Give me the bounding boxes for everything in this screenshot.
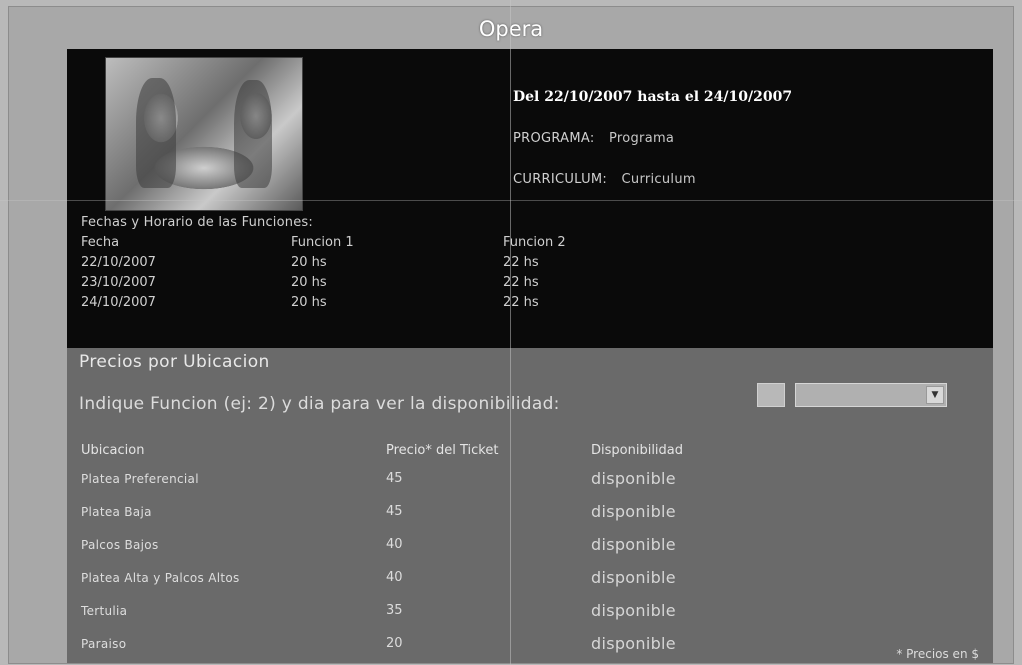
schedule-date: 22/10/2007 — [81, 255, 156, 270]
programa-link[interactable]: Programa — [609, 131, 674, 146]
schedule-function-1-time: 20 hs — [291, 295, 327, 310]
table-row: Paraiso 20 disponible — [81, 627, 981, 660]
availability-status: disponible — [591, 634, 676, 653]
page-frame: Opera Del 22/10/2007 hasta el 24/10/2007… — [8, 6, 1014, 664]
price-table-header: Ubicacion Precio* del Ticket Disponibili… — [81, 438, 981, 462]
ticket-price: 40 — [386, 537, 403, 552]
location-name: Tertulia — [81, 603, 128, 618]
prices-section: Precios por Ubicacion Indique Funcion (e… — [67, 348, 993, 663]
schedule-grid: Fecha Funcion 1 Funcion 2 22/10/2007 20 … — [81, 234, 981, 311]
column-header-disponibilidad: Disponibilidad — [591, 442, 684, 458]
schedule-table: Fechas y Horario de las Funciones: Fecha… — [81, 215, 981, 311]
page-title: Opera — [9, 7, 1013, 51]
schedule-date: 23/10/2007 — [81, 275, 156, 290]
schedule-col-header: Funcion 1 — [291, 235, 354, 250]
schedule-heading: Fechas y Horario de las Funciones: — [81, 215, 313, 230]
schedule-function-2-time: 22 hs — [503, 255, 539, 270]
schedule-function-1-time: 20 hs — [291, 255, 327, 270]
ticket-price: 20 — [386, 636, 403, 651]
table-row: Platea Preferencial 45 disponible — [81, 462, 981, 495]
availability-instructions: Indique Funcion (ej: 2) y dia para ver l… — [79, 394, 560, 414]
table-row: Platea Baja 45 disponible — [81, 495, 981, 528]
curriculum-row: CURRICULUM: Curriculum — [513, 172, 973, 187]
location-name: Platea Preferencial — [81, 471, 199, 486]
curriculum-label: CURRICULUM: — [513, 172, 608, 187]
location-name: Palcos Bajos — [81, 537, 159, 552]
schedule-function-2-time: 22 hs — [503, 295, 539, 310]
event-info: Del 22/10/2007 hasta el 24/10/2007 PROGR… — [513, 89, 973, 213]
schedule-function-1-time: 20 hs — [291, 275, 327, 290]
availability-status: disponible — [591, 469, 676, 488]
table-row: Tertulia 35 disponible — [81, 594, 981, 627]
function-input[interactable] — [757, 383, 785, 407]
day-select[interactable]: ▼ — [795, 383, 947, 407]
programa-label: PROGRAMA: — [513, 131, 595, 146]
location-name: Platea Baja — [81, 504, 152, 519]
location-name: Platea Alta y Palcos Altos — [81, 570, 240, 585]
schedule-col-header: Funcion 2 — [503, 235, 566, 250]
column-header-precio: Precio* del Ticket — [386, 442, 499, 458]
price-table: Ubicacion Precio* del Ticket Disponibili… — [81, 438, 981, 660]
column-header-ubicacion: Ubicacion — [81, 442, 145, 458]
schedule-col-header: Fecha — [81, 235, 120, 250]
ticket-price: 45 — [386, 504, 403, 519]
availability-status: disponible — [591, 568, 676, 587]
availability-status: disponible — [591, 535, 676, 554]
table-row: Platea Alta y Palcos Altos 40 disponible — [81, 561, 981, 594]
availability-status: disponible — [591, 502, 676, 521]
ticket-price: 40 — [386, 570, 403, 585]
schedule-date: 24/10/2007 — [81, 295, 156, 310]
event-date-range: Del 22/10/2007 hasta el 24/10/2007 — [513, 89, 793, 105]
curriculum-link[interactable]: Curriculum — [622, 172, 696, 187]
crosshair-horizontal-line — [0, 200, 1022, 201]
ticket-price: 45 — [386, 471, 403, 486]
schedule-function-2-time: 22 hs — [503, 275, 539, 290]
prices-title: Precios por Ubicacion — [79, 352, 270, 372]
ticket-price: 35 — [386, 603, 403, 618]
crosshair-vertical-line — [510, 0, 511, 665]
price-footnote: * Precios en $ — [896, 647, 979, 661]
location-name: Paraiso — [81, 636, 127, 651]
event-photo — [105, 57, 303, 211]
chevron-down-icon[interactable]: ▼ — [926, 386, 944, 404]
event-panel: Del 22/10/2007 hasta el 24/10/2007 PROGR… — [67, 49, 993, 348]
table-row: Palcos Bajos 40 disponible — [81, 528, 981, 561]
programa-row: PROGRAMA: Programa — [513, 131, 973, 146]
availability-status: disponible — [591, 601, 676, 620]
